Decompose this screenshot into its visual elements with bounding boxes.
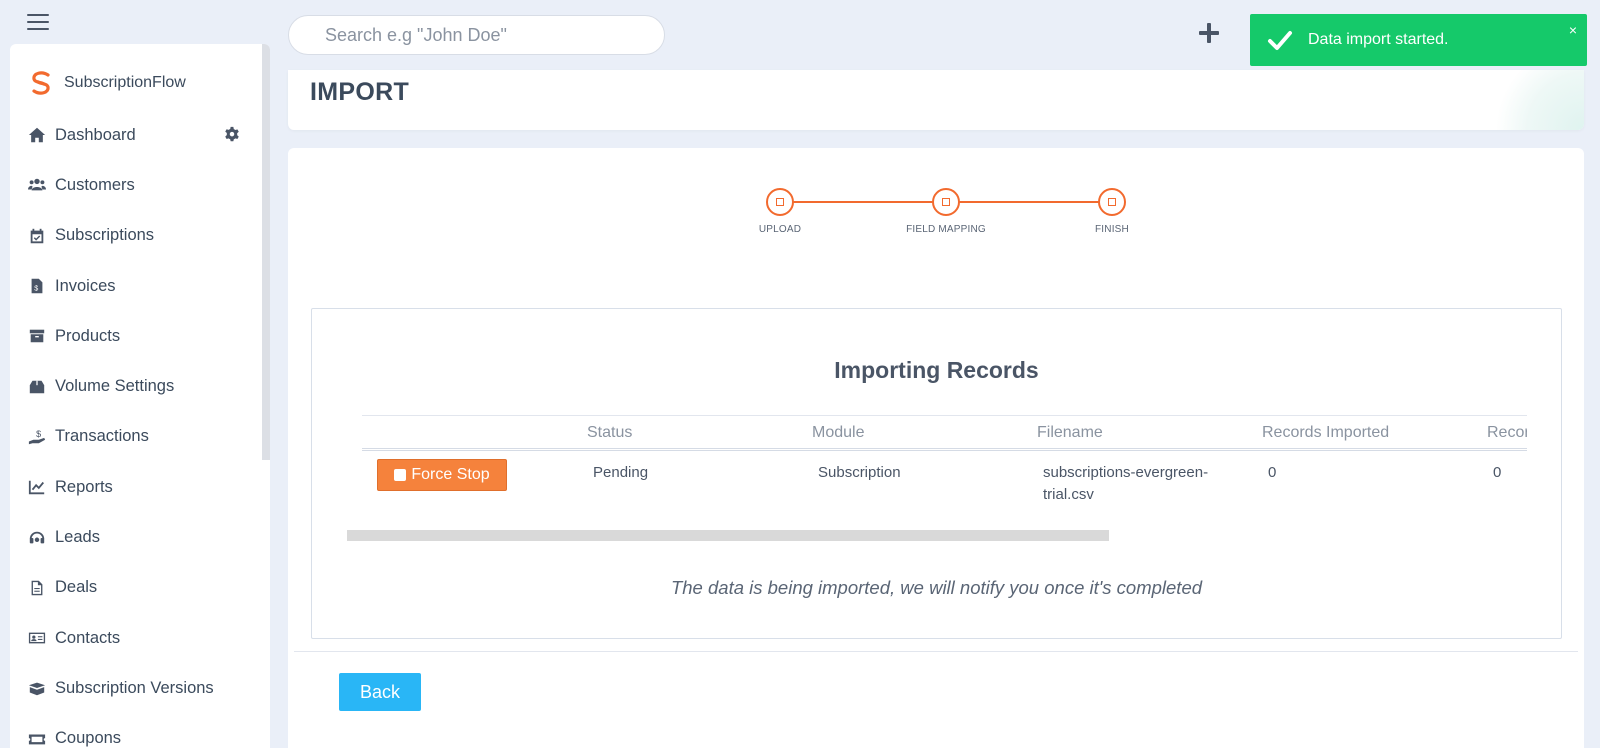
brand[interactable]: SubscriptionFlow [10,44,270,100]
sidebar-nav: Dashboard Customers Subscriptions $ Invo… [10,110,270,748]
column-records-imported: Records Imported [1262,424,1390,441]
brand-logo-icon [28,70,54,96]
table-horizontal-scrollbar[interactable] [347,530,1109,541]
sidebar-item-label: Subscription Versions [55,678,214,697]
back-button[interactable]: Back [339,673,421,711]
sidebar-item-label: Volume Settings [55,377,175,396]
ticket-icon [27,729,47,748]
step-circle[interactable] [766,188,794,216]
sidebar-item-reports[interactable]: Reports [10,462,270,512]
sidebar: SubscriptionFlow Dashboard Customers Sub… [10,44,270,748]
step-label: FIELD MAPPING [906,224,986,235]
sidebar-item-label: Contacts [55,628,121,647]
home-icon [27,125,47,145]
toast-notification: Data import started. × [1250,14,1587,66]
sidebar-item-subscription-versions[interactable]: Subscription Versions [10,663,270,713]
chart-line-icon [27,477,47,497]
brand-name: SubscriptionFlow [64,74,186,91]
cell-filename-line1: subscriptions-evergreen- [1043,464,1209,481]
import-table: Status Module Filename Records Imported … [362,415,1527,525]
sidebar-item-volume-settings[interactable]: Volume Settings [10,361,270,411]
force-stop-label: Force Stop [411,466,490,483]
cell-status: Pending [593,464,649,481]
table-row: Force Stop Pending Subscription subscrip… [362,453,1527,523]
sidebar-item-subscriptions[interactable]: Subscriptions [10,211,270,261]
sidebar-item-leads[interactable]: Leads [10,512,270,562]
sidebar-item-label: Transactions [55,427,149,446]
hamburger-icon[interactable] [27,14,49,30]
column-module: Module [812,424,865,441]
sidebar-item-label: Dashboard [55,125,136,144]
cell-filename-line2: trial.csv [1043,486,1094,503]
sidebar-item-label: Invoices [55,276,116,295]
step-circle[interactable] [932,188,960,216]
sidebar-item-invoices[interactable]: $ Invoices [10,261,270,311]
file-icon [27,578,47,598]
plus-icon[interactable] [1196,20,1222,46]
stop-icon [394,469,407,481]
import-status-note: The data is being imported, we will noti… [670,577,1203,598]
step-circle[interactable] [1098,188,1126,216]
search-input[interactable] [288,15,665,55]
sidebar-item-label: Leads [55,528,100,547]
sidebar-item-label: Subscriptions [55,226,155,245]
sidebar-item-deals[interactable]: Deals [10,563,270,613]
check-icon [1266,26,1294,54]
cell-module: Subscription [818,464,901,481]
svg-text:$: $ [36,429,41,439]
cell-records: 0 [1493,464,1502,481]
divider [294,651,1578,652]
import-stepper: UPLOAD FIELD MAPPING FINISH [759,188,1129,248]
cell-records-imported: 0 [1268,464,1277,481]
sidebar-item-products[interactable]: Products [10,311,270,361]
sidebar-item-label: Customers [55,175,135,194]
step-finish[interactable]: FINISH [1052,188,1172,235]
headset-icon [27,528,47,548]
header-decoration [1474,70,1584,130]
step-label: FINISH [1095,224,1129,235]
page-title: IMPORT [310,78,410,106]
sidebar-item-contacts[interactable]: Contacts [10,613,270,663]
calendar-check-icon [27,226,47,246]
column-status: Status [587,424,633,441]
boxes-icon [27,678,47,698]
sidebar-item-customers[interactable]: Customers [10,160,270,210]
step-label: UPLOAD [758,224,802,235]
force-stop-button[interactable]: Force Stop [377,459,507,491]
box-icon [27,377,47,397]
users-icon [27,175,47,195]
hand-dollar-icon: $ [27,427,47,447]
column-records: Records [1487,424,1527,441]
svg-text:$: $ [34,284,38,293]
close-icon[interactable]: × [1569,22,1577,38]
sidebar-item-dashboard[interactable]: Dashboard [10,110,270,160]
sidebar-item-coupons[interactable]: Coupons [10,714,270,748]
importing-records-panel: Importing Records Status Module Filename… [311,308,1562,639]
page-header: IMPORT [288,70,1584,130]
table-header: Status Module Filename Records Imported … [362,415,1527,451]
sidebar-item-transactions[interactable]: $ Transactions [10,412,270,462]
step-field-mapping[interactable]: FIELD MAPPING [886,188,1006,235]
sidebar-item-label: Deals [55,578,98,597]
archive-icon [27,326,47,346]
invoice-icon: $ [27,276,47,296]
sidebar-item-label: Products [55,326,121,345]
column-filename: Filename [1037,424,1103,441]
step-upload[interactable]: UPLOAD [720,188,840,235]
import-card: UPLOAD FIELD MAPPING FINISH Importing Re… [288,148,1584,748]
toast-message: Data import started. [1308,31,1449,48]
cell-filename: subscriptions-evergreen- trial.csv [1043,462,1208,506]
panel-title: Importing Records [834,357,1039,383]
address-card-icon [27,628,47,648]
sidebar-item-label: Reports [55,477,113,496]
sidebar-item-label: Coupons [55,729,122,748]
gear-icon[interactable] [223,126,241,144]
